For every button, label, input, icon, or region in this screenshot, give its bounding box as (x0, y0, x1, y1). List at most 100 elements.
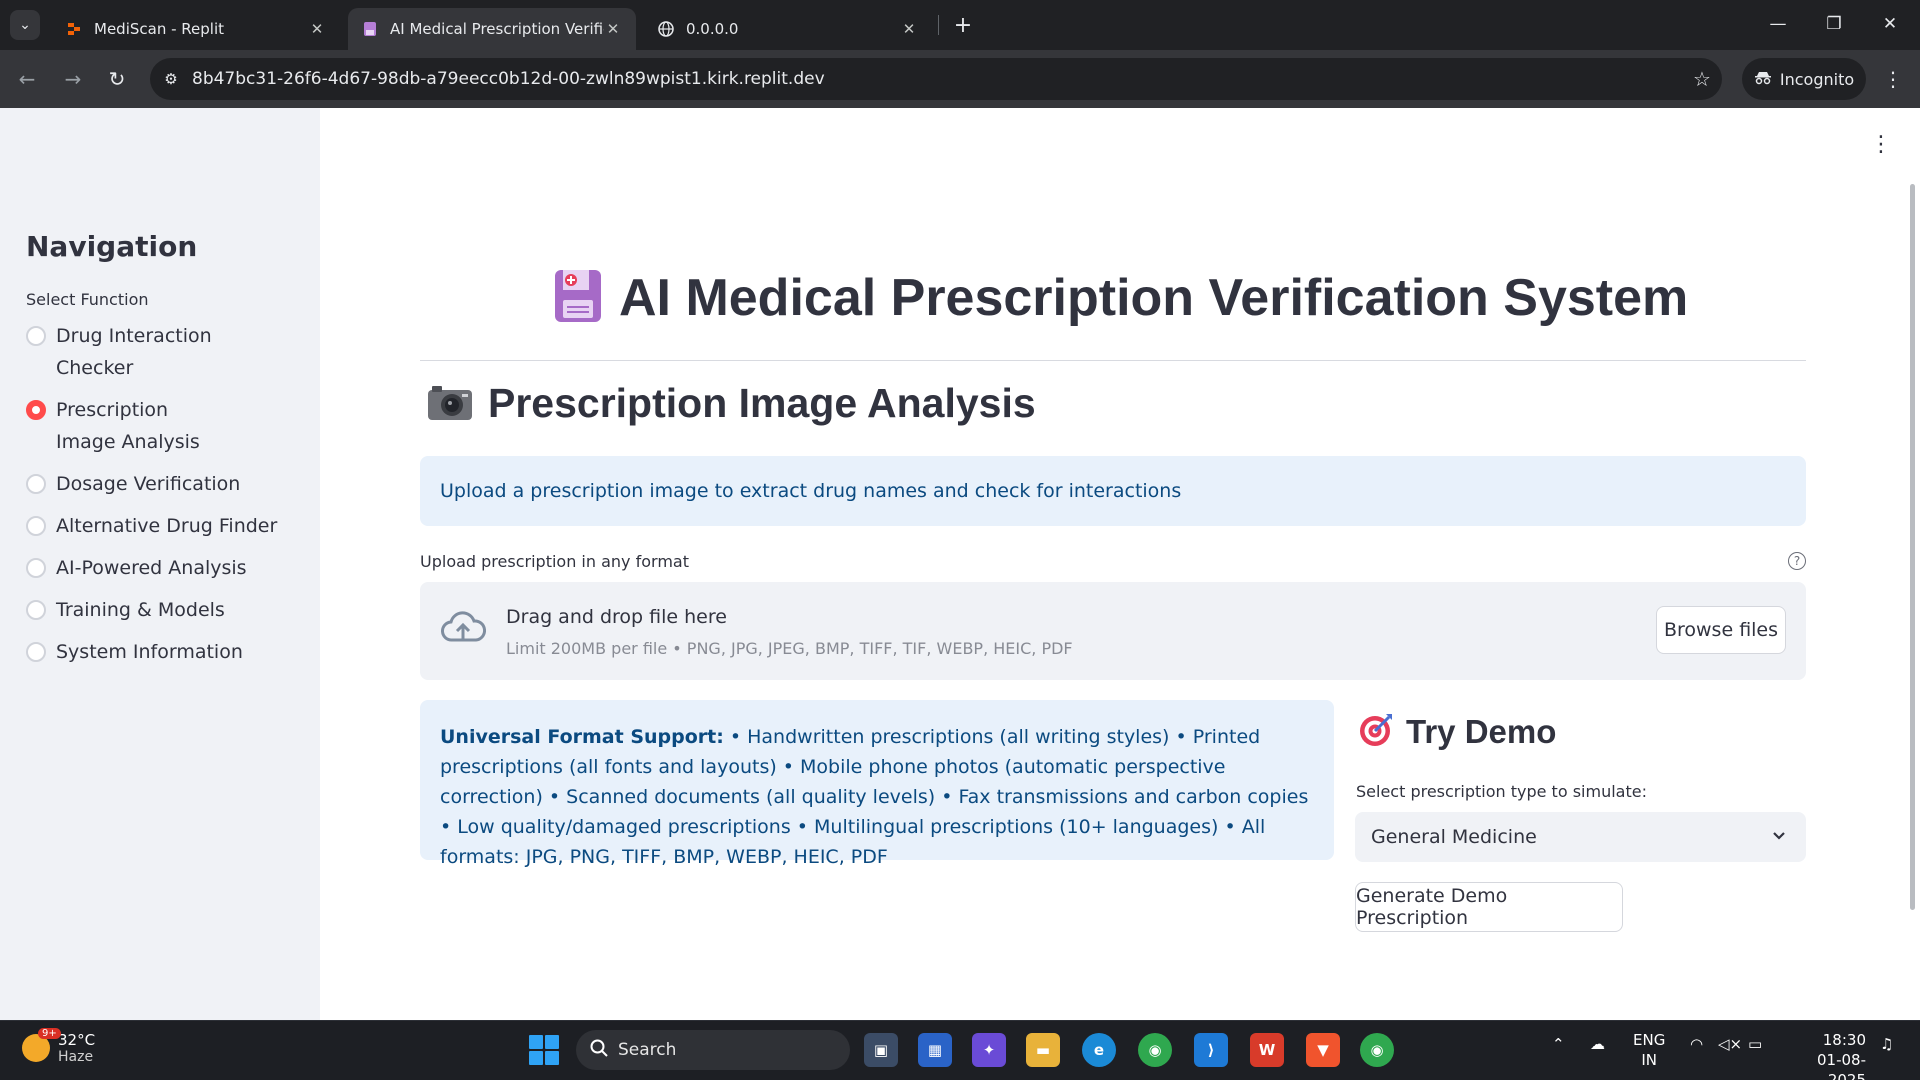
forward-icon[interactable]: → (56, 62, 90, 96)
task-view-icon[interactable]: ▣ (864, 1033, 898, 1067)
camera-icon (426, 382, 474, 426)
weather-condition: Haze (58, 1049, 94, 1065)
speaker-muted-icon[interactable]: ◁× (1718, 1035, 1742, 1053)
radio-circle[interactable] (26, 642, 46, 662)
file-dropzone[interactable]: Drag and drop file here Limit 200MB per … (420, 582, 1806, 680)
floppy-disk-icon (553, 268, 603, 328)
generate-demo-button[interactable]: Generate Demo Prescription (1355, 882, 1623, 932)
browse-files-button[interactable]: Browse files (1656, 606, 1786, 654)
uploader-label: Upload prescription in any format (420, 552, 689, 571)
radio-circle-selected[interactable] (26, 400, 46, 420)
browser-toolbar: ← → ↻ ⚙ 8b47bc31-26f6-4d67-98db-a79eecc0… (0, 50, 1920, 108)
wps-icon[interactable]: W (1250, 1033, 1284, 1067)
tab-title: MediScan - Replit (94, 20, 224, 38)
minimize-icon[interactable]: — (1750, 0, 1806, 48)
radio-alternative-drug-finder[interactable]: Alternative Drug Finder (26, 510, 316, 542)
tab-title: 0.0.0.0 (686, 20, 739, 38)
info-alert: Upload a prescription image to extract d… (420, 456, 1806, 526)
browser-menu-icon[interactable]: ⋮ (1878, 62, 1908, 96)
search-icon (590, 1039, 608, 1062)
tab-mediscan[interactable]: MediScan - Replit ✕ (52, 8, 340, 50)
chrome-profile-icon[interactable]: ◉ (1360, 1033, 1394, 1067)
tab-title: AI Medical Prescription Verificati (390, 20, 604, 38)
tab-localhost[interactable]: 0.0.0.0 ✕ (644, 8, 932, 50)
vscode-icon[interactable]: ⟩ (1194, 1033, 1228, 1067)
radio-circle[interactable] (26, 516, 46, 536)
weather-widget[interactable]: 9+ 32°C Haze (22, 1028, 96, 1065)
help-icon[interactable]: ? (1788, 552, 1806, 570)
tab-ai-medical[interactable]: AI Medical Prescription Verificati ✕ (348, 8, 636, 50)
back-icon[interactable]: ← (10, 62, 44, 96)
radio-label: Prescription Image Analysis (56, 399, 200, 453)
url-text[interactable]: 8b47bc31-26f6-4d67-98db-a79eecc0b12d-00-… (192, 69, 1682, 89)
page-title: AI Medical Prescription Verification Sys… (619, 269, 1689, 327)
brave-icon[interactable]: ▼ (1306, 1033, 1340, 1067)
page-scrollbar[interactable] (1910, 184, 1915, 910)
format-support-heading: Universal Format Support: (440, 726, 724, 748)
windows-start-icon[interactable] (529, 1035, 559, 1065)
windows-taskbar: 9+ 32°C Haze Search ▣ ▦ ✦ ▬ e ◉ ⟩ W ▼ ◉ … (0, 1020, 1920, 1080)
notification-badge: 9+ (38, 1028, 61, 1039)
close-icon[interactable]: ✕ (308, 20, 326, 38)
incognito-badge[interactable]: Incognito (1742, 58, 1866, 100)
sidebar: Navigation Select Function Drug Interact… (0, 108, 320, 1020)
incognito-label: Incognito (1779, 69, 1855, 89)
tray-overflow-icon[interactable]: ⌃ (1552, 1035, 1565, 1053)
site-info-icon[interactable]: ⚙ (150, 70, 192, 88)
close-icon[interactable]: ✕ (604, 20, 622, 38)
onedrive-icon[interactable]: ☁ (1590, 1035, 1605, 1053)
radio-label: AI-Powered Analysis (56, 557, 247, 579)
radio-training-models[interactable]: Training & Models (26, 594, 316, 626)
select-value: General Medicine (1371, 826, 1537, 848)
edge-icon[interactable]: e (1082, 1033, 1116, 1067)
radio-system-information[interactable]: System Information (26, 636, 316, 668)
radio-circle[interactable] (26, 558, 46, 578)
target-dart-icon (1358, 712, 1394, 752)
new-tab-button[interactable]: + (950, 12, 976, 38)
radio-label: Drug Interaction Checker (56, 325, 212, 379)
weather-temp: 32°C (58, 1031, 96, 1049)
sidebar-heading: Navigation (26, 230, 198, 263)
tab-divider (938, 15, 939, 35)
cloud-upload-icon (440, 610, 486, 650)
chrome-icon[interactable]: ◉ (1138, 1033, 1172, 1067)
copilot-icon[interactable]: ✦ (972, 1033, 1006, 1067)
address-bar[interactable]: ⚙ 8b47bc31-26f6-4d67-98db-a79eecc0b12d-0… (150, 58, 1722, 100)
section-title: Prescription Image Analysis (488, 380, 1036, 426)
radio-label: Alternative Drug Finder (56, 515, 278, 537)
radio-circle[interactable] (26, 326, 46, 346)
lang-region: IN (1641, 1051, 1657, 1069)
radio-drug-interaction-checker[interactable]: Drug Interaction Checker (26, 320, 316, 384)
title-divider (420, 360, 1806, 361)
reload-icon[interactable]: ↻ (100, 62, 134, 96)
file-explorer-icon[interactable]: ▬ (1026, 1033, 1060, 1067)
section-header: Prescription Image Analysis (426, 380, 1036, 427)
prescription-type-select[interactable]: General Medicine (1355, 812, 1806, 862)
close-icon[interactable]: ✕ (900, 20, 918, 38)
system-clock[interactable]: 18:30 01-08-2025 (1784, 1030, 1866, 1080)
file-limit-text: Limit 200MB per file • PNG, JPG, JPEG, B… (506, 639, 1073, 658)
tab-search-button[interactable]: ⌄ (10, 10, 40, 40)
radio-circle[interactable] (26, 600, 46, 620)
language-indicator[interactable]: ENG IN (1633, 1030, 1665, 1070)
battery-icon[interactable]: ▭ (1748, 1035, 1762, 1053)
demo-header: Try Demo (1358, 712, 1556, 752)
radio-prescription-image-analysis[interactable]: Prescription Image Analysis (26, 394, 316, 458)
bookmark-star-icon[interactable]: ☆ (1682, 67, 1722, 91)
restore-icon[interactable]: ❐ (1806, 0, 1862, 48)
store-icon[interactable]: ▦ (918, 1033, 952, 1067)
drag-drop-text: Drag and drop file here (506, 606, 727, 628)
radio-dosage-verification[interactable]: Dosage Verification (26, 468, 316, 500)
radio-ai-powered-analysis[interactable]: AI-Powered Analysis (26, 552, 316, 584)
taskbar-search[interactable]: Search (576, 1030, 850, 1070)
wifi-icon[interactable]: ◠ (1690, 1035, 1703, 1053)
clock-date: 01-08-2025 (1817, 1051, 1866, 1080)
window-close-icon[interactable]: ✕ (1862, 0, 1918, 48)
chevron-down-icon (1768, 825, 1790, 852)
radio-circle[interactable] (26, 474, 46, 494)
notification-bell-icon[interactable]: ♫ (1880, 1035, 1893, 1053)
lang-code: ENG (1633, 1031, 1666, 1049)
select-function-label: Select Function (26, 290, 149, 309)
app-menu-icon[interactable]: ⋮ (1870, 132, 1892, 157)
search-label: Search (618, 1040, 677, 1060)
